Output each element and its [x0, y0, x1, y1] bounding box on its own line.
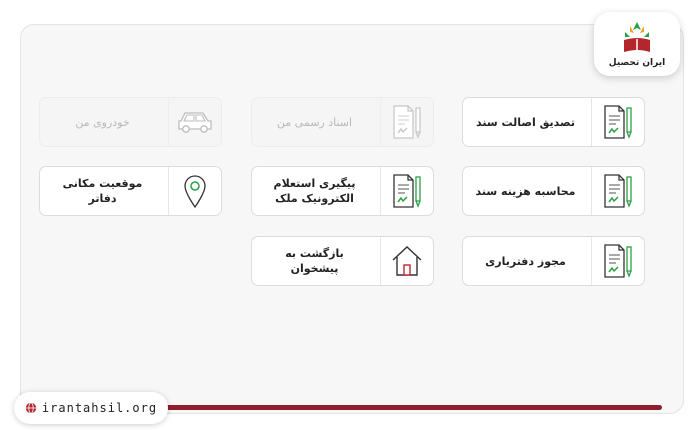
service-office-location[interactable]: موقعیت مکانی دفاتر	[39, 166, 222, 216]
footer-accent-bar	[150, 405, 662, 410]
tile-label: تصدیق اصالت سند	[476, 115, 575, 129]
tile-label: اسناد رسمی من	[276, 115, 353, 129]
site-url-text: irantahsil.org	[41, 401, 158, 415]
tile-label: مجوز دفترياری	[485, 254, 566, 268]
services-panel	[20, 24, 684, 414]
tile-label: پیگیری استعلام الکترونیک ملک	[273, 177, 356, 205]
tile-label: بازگشت به پیشخوان	[285, 247, 344, 275]
document-pen-icon	[591, 237, 644, 285]
book-leaves-logo-icon	[624, 22, 650, 52]
tile-label: محاسبه هزینه سند	[475, 184, 576, 198]
document-pen-icon	[591, 167, 644, 215]
service-official-documents[interactable]: اسناد رسمی من	[251, 97, 434, 147]
site-logo[interactable]: ایران تحصیل	[594, 12, 680, 76]
map-pin-icon	[168, 167, 221, 215]
car-icon	[168, 98, 221, 146]
document-pen-icon	[591, 98, 644, 146]
service-notary-license[interactable]: مجوز دفترياری	[462, 236, 645, 286]
globe-icon	[25, 402, 37, 414]
tile-label: موقعیت مکانی دفاتر	[62, 177, 143, 205]
service-document-cost[interactable]: محاسبه هزینه سند	[462, 166, 645, 216]
site-url-badge[interactable]: irantahsil.org	[14, 392, 168, 424]
tile-label: خودروی من	[75, 115, 130, 129]
document-pen-icon	[380, 167, 433, 215]
service-back-to-counter[interactable]: بازگشت به پیشخوان	[251, 236, 434, 286]
service-my-vehicles[interactable]: خودروی من	[39, 97, 222, 147]
home-icon	[380, 237, 433, 285]
service-property-inquiry[interactable]: پیگیری استعلام الکترونیک ملک	[251, 166, 434, 216]
service-document-authenticity[interactable]: تصدیق اصالت سند	[462, 97, 645, 147]
logo-text: ایران تحصیل	[608, 58, 666, 68]
document-pen-icon	[380, 98, 433, 146]
